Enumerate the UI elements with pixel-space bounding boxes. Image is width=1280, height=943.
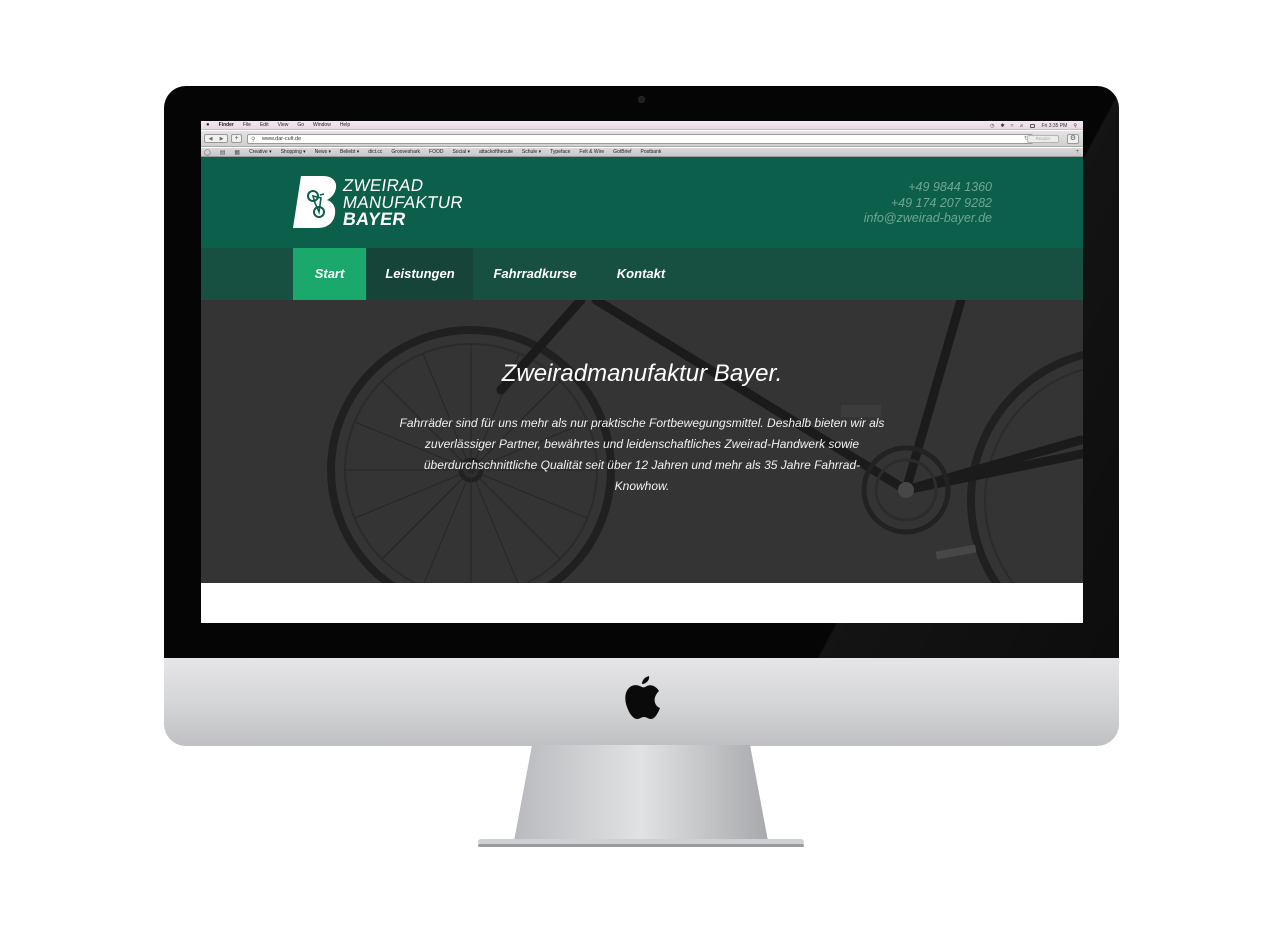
reading-list-icon[interactable]: ◯ bbox=[204, 149, 211, 156]
bookmark-item[interactable]: Social ▾ bbox=[452, 149, 470, 155]
apple-menu-icon[interactable]: ● bbox=[206, 122, 210, 128]
bookmark-item[interactable]: Shopping ▾ bbox=[281, 149, 306, 155]
hero-description: Fahrräder sind für uns mehr als nur prak… bbox=[399, 416, 885, 493]
back-icon[interactable]: ◀ bbox=[209, 136, 213, 142]
top-sites-grid-icon[interactable]: ▦ bbox=[234, 149, 240, 156]
address-bar[interactable]: ⚲ www.dar-cult.de ↻ bbox=[247, 134, 1033, 144]
menu-go[interactable]: Go bbox=[297, 122, 304, 128]
website: ZWEIRAD MANUFAKTUR BAYER +49 9844 1360 +… bbox=[201, 157, 1083, 623]
add-bookmark-icon[interactable]: + bbox=[1075, 149, 1079, 155]
battery-icon[interactable] bbox=[1030, 123, 1036, 128]
bookmarks-book-icon[interactable]: ▤ bbox=[220, 149, 226, 156]
forward-icon[interactable]: ▶ bbox=[220, 136, 224, 142]
main-navigation: Start Leistungen Fahrradkurse Kontakt bbox=[201, 248, 1083, 300]
bluetooth-icon[interactable]: ✱ bbox=[1001, 123, 1005, 129]
nav-item-fahrradkurse[interactable]: Fahrradkurse bbox=[483, 248, 587, 300]
logo-line-1: ZWEIRAD bbox=[341, 176, 425, 195]
bookmark-item[interactable]: GotBrief bbox=[613, 149, 631, 155]
camera-icon bbox=[638, 96, 645, 103]
time-machine-icon[interactable]: ◷ bbox=[990, 123, 994, 129]
spotlight-icon[interactable]: ⚲ bbox=[1073, 123, 1077, 129]
bookmark-item[interactable]: Felt & Wire bbox=[579, 149, 604, 155]
back-forward-buttons: ◀ ▶ bbox=[204, 134, 228, 143]
bookmark-item[interactable]: dict.cc bbox=[368, 149, 382, 155]
menu-file[interactable]: File bbox=[243, 122, 251, 128]
imac-chin bbox=[164, 658, 1119, 746]
nav-item-kontakt[interactable]: Kontakt bbox=[599, 248, 683, 300]
gear-icon[interactable]: ⚙ bbox=[1067, 134, 1079, 144]
volume-icon[interactable]: ♬ bbox=[1019, 123, 1024, 129]
site-logo[interactable]: ZWEIRAD MANUFAKTUR BAYER bbox=[293, 176, 465, 231]
email-link[interactable]: info@zweirad-bayer.de bbox=[864, 211, 992, 227]
bookmark-item[interactable]: Typeface bbox=[550, 149, 570, 155]
url-text: www.dar-cult.de bbox=[262, 136, 302, 142]
nav-item-start[interactable]: Start bbox=[293, 248, 366, 300]
site-header: ZWEIRAD MANUFAKTUR BAYER +49 9844 1360 +… bbox=[201, 157, 1083, 248]
content-area bbox=[201, 583, 1083, 623]
wifi-icon[interactable]: ≈ bbox=[1011, 123, 1014, 129]
new-tab-button[interactable]: + bbox=[231, 134, 242, 143]
menu-window[interactable]: Window bbox=[313, 122, 331, 128]
bookmark-item[interactable]: Grooveshark bbox=[391, 149, 420, 155]
menu-finder[interactable]: Finder bbox=[219, 122, 234, 128]
bookmark-item[interactable]: Creative ▾ bbox=[249, 149, 272, 155]
reader-button[interactable]: Reader bbox=[1027, 135, 1059, 143]
bookmark-item[interactable]: Postbank bbox=[640, 149, 661, 155]
logo-line-3: BAYER bbox=[341, 209, 408, 229]
phone-1[interactable]: +49 9844 1360 bbox=[864, 180, 992, 196]
menubar-status-area: ◷ ✱ ≈ ♬ Fri 3:35 PM ⚲ bbox=[990, 121, 1077, 130]
bookmark-item[interactable]: Beliebt ▾ bbox=[340, 149, 359, 155]
bookmark-item[interactable]: Schule ▾ bbox=[522, 149, 541, 155]
menu-edit[interactable]: Edit bbox=[260, 122, 269, 128]
bookmark-item[interactable]: attackofthecute bbox=[479, 149, 513, 155]
bicycle-b-logo-icon bbox=[293, 176, 337, 228]
os-menubar: ● Finder File Edit View Go Window Help ◷… bbox=[201, 121, 1083, 130]
contact-info: +49 9844 1360 +49 174 207 9282 info@zwei… bbox=[864, 180, 992, 227]
hero-title: Zweiradmanufaktur Bayer. bbox=[501, 360, 783, 387]
nav-item-leistungen[interactable]: Leistungen bbox=[367, 248, 473, 300]
bookmark-item[interactable]: News ▾ bbox=[315, 149, 331, 155]
logo-wordmark: ZWEIRAD MANUFAKTUR BAYER bbox=[341, 176, 464, 229]
menu-view[interactable]: View bbox=[278, 122, 289, 128]
phone-2[interactable]: +49 174 207 9282 bbox=[864, 196, 992, 212]
hero-section: Zweiradmanufaktur Bayer. Fahrräder sind … bbox=[201, 300, 1083, 583]
menu-help[interactable]: Help bbox=[340, 122, 350, 128]
menubar-clock[interactable]: Fri 3:35 PM bbox=[1041, 123, 1067, 129]
search-icon: ⚲ bbox=[251, 137, 256, 143]
bookmark-item[interactable]: FOOD bbox=[429, 149, 443, 155]
imac-stand bbox=[478, 745, 804, 849]
browser-toolbar: ◀ ▶ + ⚲ www.dar-cult.de ↻ Reader ⚙ bbox=[201, 131, 1083, 147]
apple-logo-icon bbox=[625, 676, 660, 719]
bookmarks-bar: ◯ ▤ ▦ Creative ▾ Shopping ▾ News ▾ Belie… bbox=[201, 148, 1083, 157]
screen: ● Finder File Edit View Go Window Help ◷… bbox=[201, 121, 1083, 623]
